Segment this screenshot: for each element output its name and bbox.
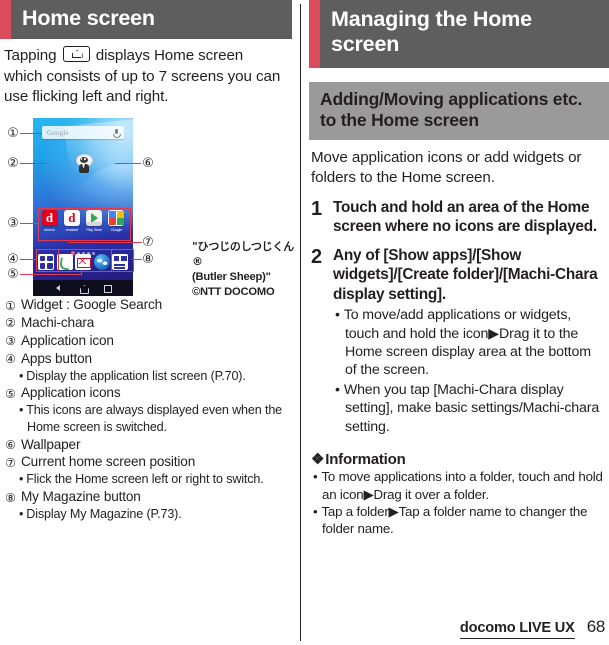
leader-line-2: [20, 163, 46, 165]
legend-item-8: ⑧ My Magazine button: [4, 488, 292, 505]
legend-text: Widget : Google Search: [21, 297, 163, 312]
legend-text: Machi-chara: [21, 314, 95, 330]
legend-text: Application icons: [21, 385, 121, 401]
legend-text: My Magazine button: [21, 489, 141, 505]
left-chapter-title-bar: Home screen: [0, 0, 292, 39]
leader-line-6: [115, 163, 141, 165]
navigation-bar: [33, 280, 133, 296]
legend-subitem: This icons are always displayed even whe…: [4, 402, 292, 435]
step-number: 2: [311, 245, 323, 268]
footer-brand: docomo LIVE UX: [459, 620, 575, 639]
machi-chara-character[interactable]: [75, 154, 93, 174]
copyright-line-2: (Butler Sheep)": [192, 270, 271, 283]
callout-number-4: ④: [7, 252, 19, 267]
legend-mark: ③: [5, 334, 16, 349]
left-chapter-title: Home screen: [22, 6, 155, 30]
manual-page: Home screen Tapping displays Home screen…: [0, 0, 609, 645]
leader-line-1: [20, 133, 42, 135]
callout-number-6: ⑥: [142, 156, 154, 171]
callout-box-app-icons: [38, 208, 131, 241]
machi-chara-eye-right: [84, 158, 86, 160]
step-number: 1: [311, 198, 323, 221]
callout-number-8: ⑧: [142, 252, 154, 267]
left-column: Home screen Tapping displays Home screen…: [0, 0, 294, 645]
callout-number-3: ③: [7, 216, 19, 231]
legend-item-5: ⑤ Application icons: [4, 384, 292, 401]
step-1: 1 Touch and hold an area of the Home scr…: [311, 198, 605, 237]
legend-item-2: ② Machi-chara: [4, 314, 292, 331]
leader-line-7: [68, 242, 142, 244]
leader-line-5: [20, 274, 82, 276]
legend-text: Application icon: [21, 332, 114, 348]
right-column: Managing the Home screen Adding/Moving a…: [309, 0, 609, 645]
step-text: Touch and hold an area of the Home scree…: [333, 199, 597, 236]
home-key-icon: [62, 46, 90, 62]
callout-number-1: ①: [7, 126, 19, 141]
google-search-widget[interactable]: Google: [42, 126, 124, 139]
accent-bar: [309, 0, 320, 68]
information-item: Tap a folder▶Tap a folder name to change…: [311, 503, 605, 538]
accent-bar: [0, 0, 11, 39]
back-icon[interactable]: [56, 285, 60, 291]
legend-mark: ⑧: [5, 490, 16, 505]
step-text: Any of [Show apps]/[Show widgets]/[Creat…: [333, 246, 598, 303]
callout-number-5: ⑤: [7, 267, 19, 282]
leader-line-4: [20, 259, 36, 261]
step-2: 2 Any of [Show apps]/[Show widgets]/[Cre…: [311, 246, 605, 437]
legend-subitem: Flick the Home screen left or right to s…: [4, 471, 292, 487]
diamond-icon: ❖: [311, 451, 325, 469]
search-widget-label: Google: [47, 129, 69, 137]
legend-text: Current home screen position: [21, 454, 196, 470]
information-list: To move applications into a folder, touc…: [311, 468, 605, 537]
machi-chara-eye-left: [80, 158, 83, 160]
leader-line-3: [20, 223, 38, 225]
information-heading: ❖Information: [311, 450, 605, 468]
information-heading-text: Information: [325, 451, 406, 469]
legend-item-1: ① Widget : Google Search: [4, 296, 292, 313]
legend-text: Wallpaper: [21, 436, 81, 452]
right-lead-paragraph: Move application icons or add widgets or…: [311, 148, 582, 187]
legend-mark: ⑦: [5, 455, 16, 470]
legend-item-7: ⑦ Current home screen position: [4, 453, 292, 470]
page-number: 68: [586, 617, 606, 636]
legend-mark: ①: [5, 298, 16, 313]
character-copyright-note: "ひつじのしつじくん® (Butler Sheep)" ©NTT DOCOMO: [192, 240, 300, 300]
callout-box-apps-button: [36, 249, 59, 272]
right-chapter-title: Managing the Home screen: [331, 7, 532, 56]
legend-mark: ⑤: [5, 386, 16, 401]
home-icon[interactable]: [80, 285, 89, 294]
legend-mark: ⑥: [5, 438, 16, 453]
legend-subitem: Display the application list screen (P.7…: [4, 368, 292, 384]
lead-text-before: Tapping: [4, 47, 57, 64]
legend-subitem: Display My Magazine (P.73).: [4, 506, 292, 522]
left-lead-paragraph: Tapping displays Home screen which consi…: [0, 39, 292, 108]
legend-mark: ④: [5, 352, 16, 367]
legend-item-6: ⑥ Wallpaper: [4, 436, 292, 453]
step-2-bullets: To move/add applications or widgets, tou…: [333, 306, 605, 436]
microphone-icon[interactable]: [113, 129, 122, 138]
legend-mark: ②: [5, 316, 16, 331]
callout-box-my-magazine: [111, 249, 134, 272]
legend-text: Apps button: [21, 350, 92, 366]
callout-number-7: ⑦: [142, 235, 154, 250]
legend-item-3: ③ Application icon: [4, 332, 292, 349]
page-footer: docomo LIVE UX 68: [459, 617, 606, 639]
information-item: To move applications into a folder, touc…: [311, 468, 605, 503]
section-heading-band: Adding/Moving applications etc. to the H…: [309, 82, 609, 140]
step-bullet: When you tap [Machi-Chara display settin…: [333, 381, 605, 436]
recents-icon[interactable]: [104, 285, 112, 293]
legend-item-4: ④ Apps button: [4, 350, 292, 367]
callout-number-2: ②: [7, 156, 19, 171]
step-bullet: To move/add applications or widgets, tou…: [333, 306, 605, 380]
figure-legend-list: ① Widget : Google Search ② Machi-chara ③…: [4, 296, 292, 523]
copyright-line-1: "ひつじのしつじくん®: [192, 240, 295, 268]
right-chapter-title-bar: Managing the Home screen: [309, 0, 609, 68]
leader-line-5b: [81, 270, 83, 275]
column-divider: [300, 4, 301, 641]
